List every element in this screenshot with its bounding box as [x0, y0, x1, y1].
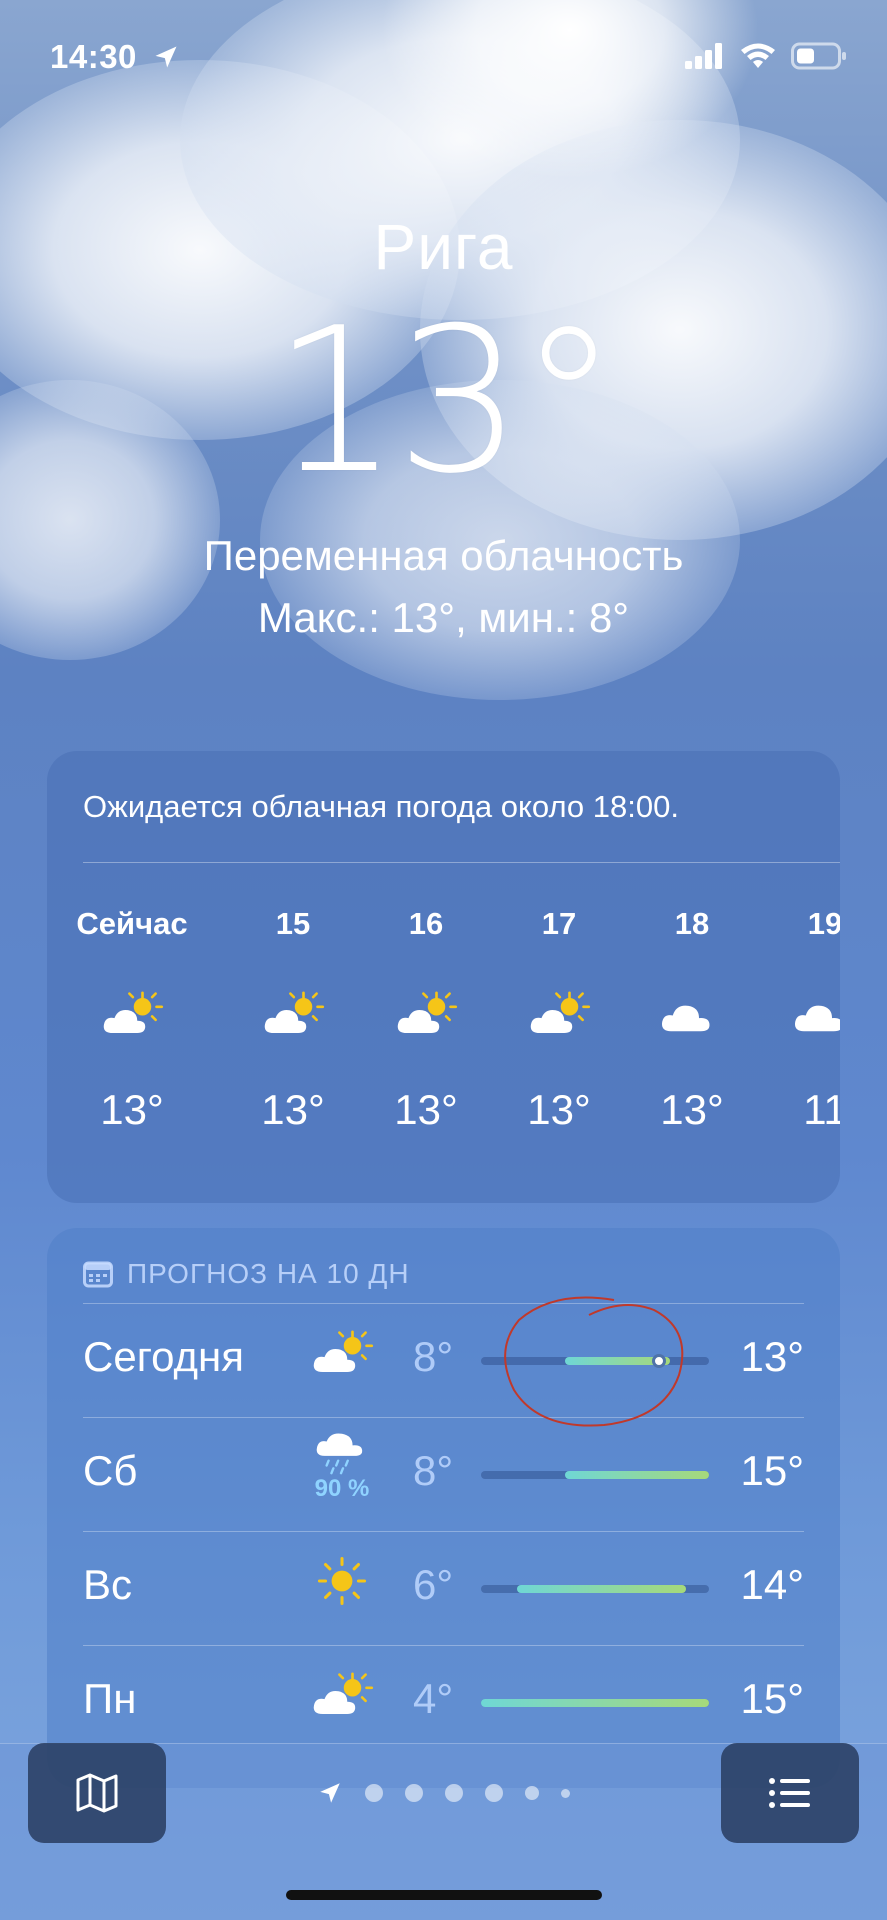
day-high: 13°: [740, 1333, 804, 1380]
wifi-icon: [741, 43, 775, 68]
status-bar: 14:30: [0, 0, 887, 110]
day-name: Пн: [83, 1675, 137, 1722]
temp-range-fill: [481, 1699, 709, 1707]
day-name: Сб: [83, 1447, 138, 1494]
hour-column[interactable]: 16 13°: [366, 906, 486, 1134]
day-low: 8°: [413, 1447, 454, 1494]
hour-column[interactable]: 19 11: [765, 906, 840, 1134]
day-row[interactable]: Вс 6° 14°: [83, 1531, 804, 1645]
page-dot: [485, 1784, 503, 1802]
annotation-circle: [504, 1296, 684, 1427]
temp-range-fill: [565, 1471, 709, 1479]
day-high: 15°: [740, 1675, 804, 1722]
status-time: 14:30: [50, 38, 137, 75]
row-divider: [83, 1417, 804, 1418]
row-divider: [83, 1303, 804, 1304]
day-name: Сегодня: [83, 1333, 244, 1380]
hour-label: 18: [674, 906, 710, 941]
city-name: Рига: [373, 211, 514, 283]
partly-sunny-icon: [391, 988, 461, 1043]
hour-label: 17: [541, 906, 577, 941]
partly-sunny-icon: [524, 988, 594, 1043]
cloud-icon: [657, 988, 727, 1043]
rain-cloud-icon: [313, 1429, 371, 1477]
status-indicators: [685, 42, 847, 70]
condition-text: Переменная облачность: [203, 532, 684, 579]
hour-label: Сейчас: [76, 906, 188, 941]
daily-header: ПРОГНОЗ НА 10 ДН: [83, 1258, 410, 1290]
hour-temp: 11: [803, 1086, 840, 1133]
card-divider: [83, 862, 840, 863]
day-low: 4°: [413, 1675, 454, 1722]
day-name: Вс: [83, 1561, 133, 1608]
day-low: 8°: [413, 1333, 454, 1380]
page-dot: [365, 1784, 383, 1802]
row-divider: [83, 1531, 804, 1532]
temp-range-bar: [481, 1471, 709, 1479]
hour-temp: 13°: [527, 1086, 591, 1133]
hour-temp: 13°: [660, 1086, 724, 1133]
page-dot: [405, 1784, 423, 1802]
location-arrow-icon: [320, 1783, 340, 1803]
day-low: 6°: [413, 1561, 454, 1608]
row-divider: [83, 1645, 804, 1646]
partly-sunny-icon: [307, 1327, 377, 1382]
hour-label: 19: [807, 906, 840, 941]
hour-column[interactable]: 17 13°: [499, 906, 619, 1134]
hour-temp: 13°: [100, 1086, 164, 1133]
page-dot: [445, 1784, 463, 1802]
page-dot: [561, 1788, 570, 1798]
day-high: 14°: [740, 1561, 804, 1608]
sun-icon: [316, 1555, 368, 1607]
hour-temp: 13°: [261, 1086, 325, 1133]
home-indicator: [286, 1890, 602, 1900]
daily-forecast-card[interactable]: ПРОГНОЗ НА 10 ДН Сегодня 8° 13° Сб 90 % …: [47, 1228, 840, 1788]
daily-header-label: ПРОГНОЗ НА 10 ДН: [127, 1258, 410, 1289]
precip-chance: 90 %: [314, 1475, 370, 1502]
hour-column[interactable]: 15 13°: [233, 906, 353, 1134]
hour-temp: 13°: [394, 1086, 458, 1133]
day-row[interactable]: Пн 4° 15°: [83, 1645, 804, 1759]
day-row[interactable]: Сегодня 8° 13°: [83, 1303, 804, 1417]
calendar-icon: [83, 1261, 113, 1288]
partly-sunny-icon: [258, 988, 328, 1043]
day-row[interactable]: Сб 90 % 8° 15°: [83, 1417, 804, 1531]
hour-column[interactable]: 18 13°: [632, 906, 752, 1134]
temp-range-bar: [481, 1699, 709, 1707]
hourly-forecast-card[interactable]: Ожидается облачная погода около 18:00. С…: [47, 751, 840, 1203]
location-arrow-icon: [155, 46, 177, 68]
partly-sunny-icon: [307, 1669, 377, 1724]
hour-label: 16: [408, 906, 444, 941]
hour-column[interactable]: Сейчас 13°: [72, 906, 192, 1134]
temp-range-fill: [517, 1585, 687, 1593]
list-button[interactable]: [721, 1743, 859, 1843]
battery-icon: [791, 42, 846, 70]
partly-sunny-icon: [97, 988, 167, 1043]
day-high: 15°: [740, 1447, 804, 1494]
list-icon: [769, 1778, 810, 1808]
hour-label: 15: [275, 906, 311, 941]
cloud-icon: [790, 988, 840, 1043]
signal-icon: [685, 43, 722, 69]
current-temperature: 13°: [272, 285, 619, 518]
hourly-summary: Ожидается облачная погода около 18:00.: [83, 789, 679, 824]
weather-header: Рига 13° Переменная облачность Макс.: 13…: [0, 210, 887, 642]
temp-range-bar: [481, 1585, 709, 1593]
page-dot: [525, 1786, 539, 1800]
hi-lo-text: Макс.: 13°, мин.: 8°: [257, 594, 630, 641]
